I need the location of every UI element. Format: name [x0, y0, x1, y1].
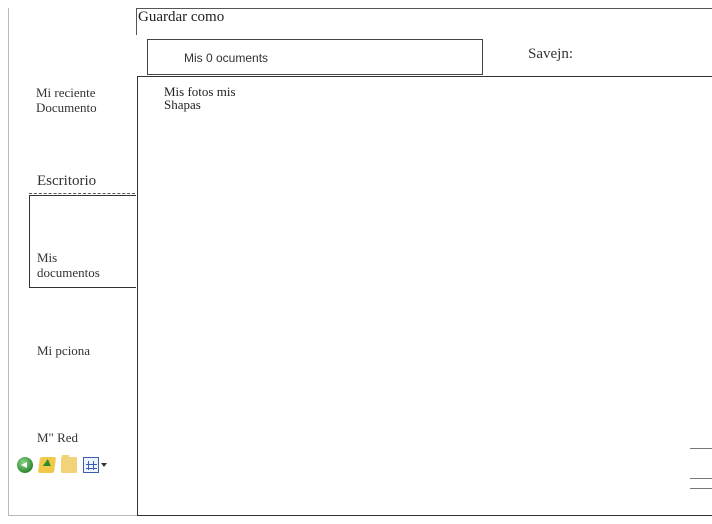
- places-recent-documents[interactable]: Mi reciente Documento: [36, 85, 97, 115]
- save-in-label: Savejn:: [528, 46, 573, 62]
- save-in-dropdown[interactable]: Mis 0 ocuments: [147, 39, 483, 75]
- places-network[interactable]: M" Red: [37, 430, 78, 445]
- places-my-documents[interactable]: Mis documentos: [37, 250, 100, 280]
- up-folder-icon[interactable]: [37, 457, 57, 473]
- scroll-line: [690, 488, 712, 489]
- scroll-line: [690, 448, 712, 449]
- places-documents-line2: documentos: [37, 265, 100, 280]
- chevron-down-icon[interactable]: [101, 463, 107, 467]
- places-recent-line2: Documento: [36, 100, 97, 115]
- views-menu-icon[interactable]: [83, 457, 99, 473]
- dialog-title: Guardar como: [138, 9, 225, 25]
- places-recent-line1: Mi reciente: [36, 85, 96, 100]
- places-documents-line1: Mis: [37, 250, 58, 265]
- file-list-pane[interactable]: Mis fotos mis Shapas: [137, 76, 712, 516]
- back-icon[interactable]: [17, 457, 33, 473]
- dialog-toolbar: [17, 455, 107, 475]
- title-divider: [136, 8, 137, 35]
- new-folder-icon[interactable]: [61, 455, 77, 473]
- places-desktop[interactable]: Escritorio: [37, 174, 96, 189]
- places-my-computer[interactable]: Mi pciona: [37, 343, 90, 358]
- file-item[interactable]: Shapas: [164, 98, 201, 111]
- save-in-value: Mis 0 ocuments: [184, 51, 269, 65]
- scroll-line: [690, 478, 712, 479]
